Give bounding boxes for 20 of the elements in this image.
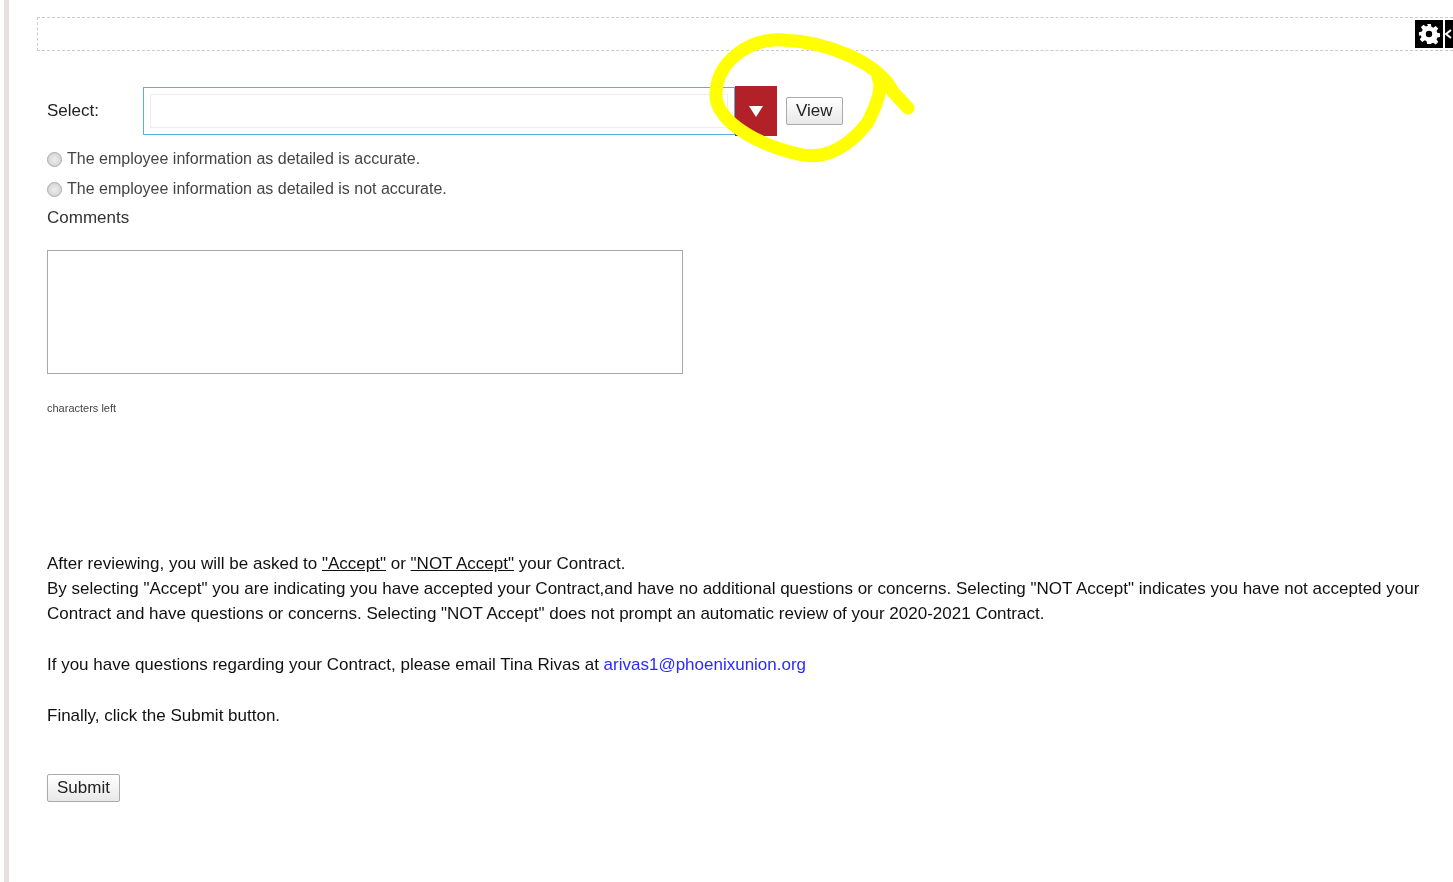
comments-label: Comments: [47, 208, 131, 228]
intro-text: After reviewing, you will be asked to "Accept" or "NOT Accept" your Contract.: [47, 553, 627, 575]
character-counter: characters left: [47, 402, 118, 414]
settings-icon[interactable]: [1415, 20, 1443, 48]
email-link[interactable]: arivas1@phoenixunion.org: [603, 655, 807, 674]
view-button[interactable]: View: [786, 97, 843, 125]
contact-text: If you have questions regarding your Contract, please email Tina Rivas at arivas1@phoenixunion.org: [47, 654, 808, 676]
radio-button[interactable]: [47, 181, 62, 197]
radio-label[interactable]: The employee information as detailed is not accurate.: [67, 180, 447, 198]
radio-button[interactable]: [47, 151, 62, 167]
radio-label[interactable]: The employee information as detailed is accurate.: [67, 150, 421, 168]
explanation-text: By selecting "Accept" you are indicating you have accepted your Contract,and have no additional questions or concerns. Selecting "NOT Accept" indicates you have not accepted your Contract and have questions or concerns. Selecting "NOT Accept" does not prompt an automatic review of your 2020-2021 Contract.: [47, 578, 1421, 625]
select-label: Select:: [47, 101, 100, 121]
accept-link[interactable]: "Accept": [321, 554, 386, 573]
not-accept-link[interactable]: "NOT Accept": [410, 554, 514, 573]
caret-icon: [749, 105, 763, 117]
submit-button[interactable]: Submit: [47, 774, 120, 802]
comments-field[interactable]: [47, 250, 683, 374]
instruction-text: Finally, click the Submit button.: [47, 705, 282, 727]
select-field[interactable]: [143, 87, 735, 135]
